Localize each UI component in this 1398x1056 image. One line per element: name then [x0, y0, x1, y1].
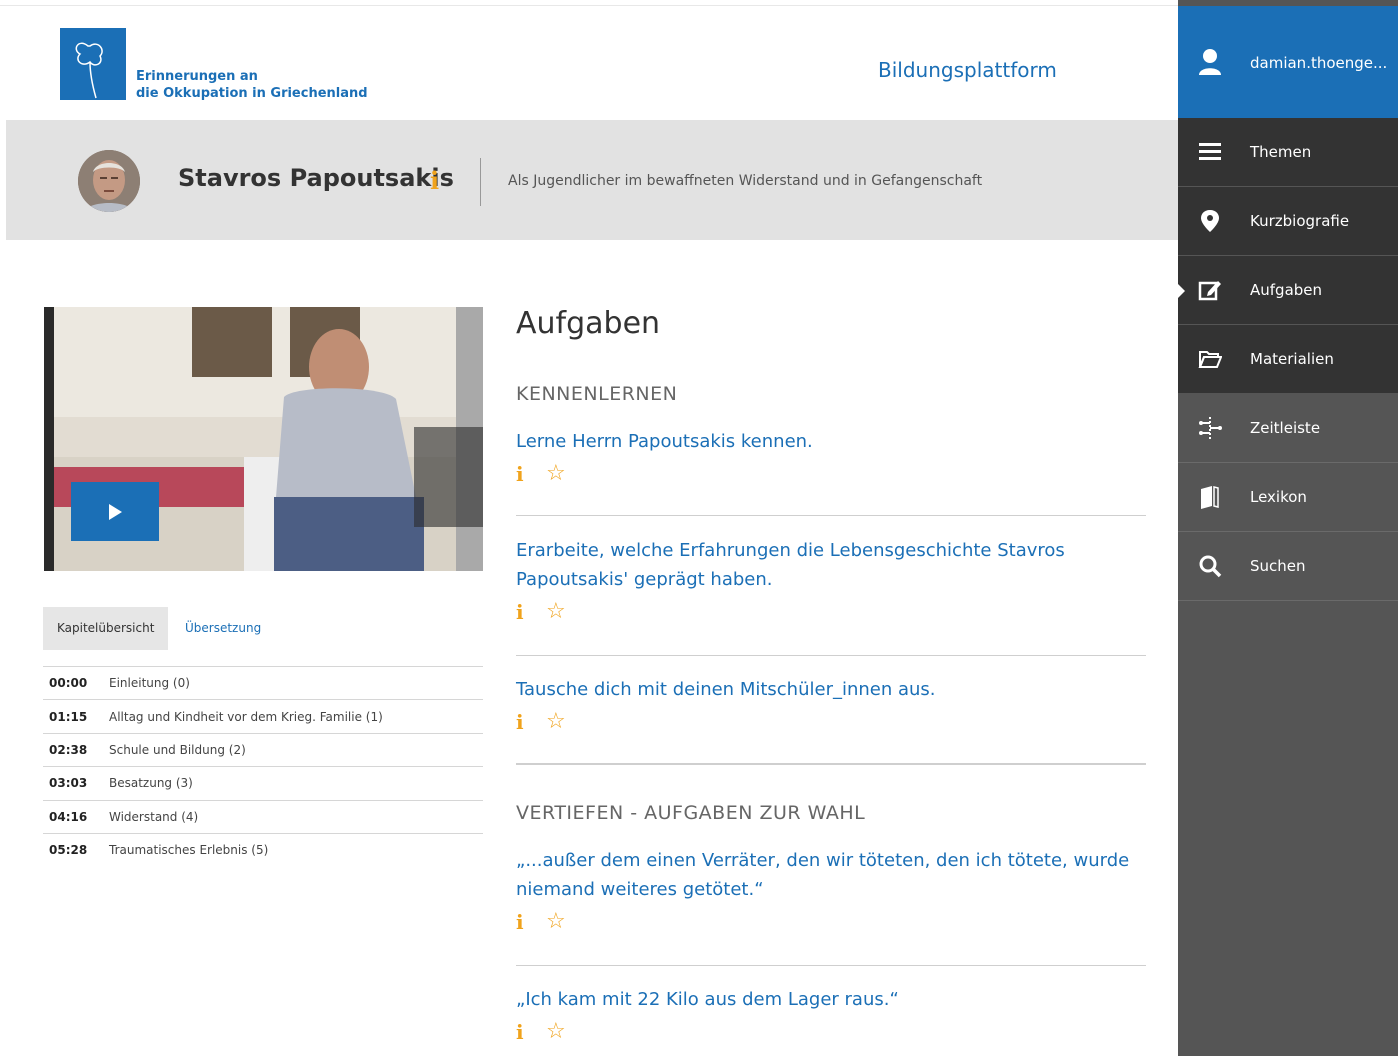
task-divider: [516, 965, 1146, 966]
task-link[interactable]: Lerne Herrn Papoutsakis kennen.: [516, 427, 1146, 456]
task-icons: i ☆: [516, 600, 1146, 624]
folder-icon: [1198, 351, 1222, 368]
info-icon[interactable]: i: [516, 710, 530, 734]
portrait-image: [78, 150, 140, 212]
user-name: damian.thoenge...: [1250, 54, 1388, 72]
sidebar-item-label: Themen: [1250, 143, 1312, 161]
poppy-logo-icon: [75, 42, 103, 99]
chapter-title: Widerstand (4): [109, 809, 199, 824]
sidebar-item-lexikon[interactable]: Lexikon: [1178, 463, 1398, 532]
chapter-list: 00:00 Einleitung (0) 01:15 Alltag und Kind…: [43, 666, 483, 866]
section-heading-vertiefen: VERTIEFEN - AUFGABEN ZUR WAHL: [516, 802, 866, 824]
chapter-row[interactable]: 02:38 Schule und Bildung (2): [43, 732, 483, 766]
sidebar-item-label: Lexikon: [1250, 488, 1307, 506]
info-icon[interactable]: i: [516, 600, 530, 624]
task-item: „...außer dem einen Verräter, den wir tö…: [516, 846, 1146, 934]
section-divider: [516, 763, 1146, 765]
map-pin-icon: [1201, 210, 1219, 232]
star-icon[interactable]: ☆: [546, 463, 566, 485]
chapter-time: 03:03: [49, 776, 88, 791]
play-icon: [109, 503, 122, 520]
star-icon[interactable]: ☆: [546, 1021, 566, 1043]
chapter-time: 04:16: [49, 809, 88, 824]
timeline-icon: [1199, 417, 1222, 439]
sidebar-item-label: Suchen: [1250, 557, 1306, 575]
sidebar-item-aufgaben[interactable]: Aufgaben: [1178, 256, 1398, 325]
task-divider: [516, 515, 1146, 516]
page-title: Aufgaben: [516, 306, 661, 341]
task-link[interactable]: Erarbeite, welche Erfahrungen die Lebens…: [516, 536, 1146, 594]
user-menu[interactable]: damian.thoenge...: [1178, 6, 1398, 118]
person-subtitle: Als Jugendlicher im bewaffneten Widersta…: [508, 173, 983, 189]
tab-kapiteluebersicht[interactable]: Kapitelübersicht: [43, 607, 169, 650]
menu-icon: [1199, 143, 1221, 160]
info-icon[interactable]: i: [516, 1020, 530, 1044]
app: Erinnerungen an die Okkupation in Griech…: [0, 0, 1398, 1056]
header: Erinnerungen an die Okkupation in Griech…: [0, 6, 1178, 120]
banner-divider: [480, 158, 481, 206]
sidebar-item-label: Kurzbiografie: [1250, 212, 1350, 230]
person-info-icon[interactable]: i: [430, 166, 439, 195]
sidebar-item-zeitleiste[interactable]: Zeitleiste: [1178, 394, 1398, 463]
person-banner: Stavros Papoutsakis i Als Jugendlicher i…: [6, 120, 1178, 240]
chapter-title: Schule und Bildung (2): [109, 742, 246, 757]
task-icons: i ☆: [516, 462, 1146, 486]
edit-icon: [1198, 281, 1221, 301]
user-icon: [1199, 49, 1221, 75]
task-link[interactable]: Tausche dich mit deinen Mitschüler_innen…: [516, 675, 1146, 704]
play-button[interactable]: [71, 482, 159, 541]
avatar: [78, 150, 140, 212]
star-icon[interactable]: ☆: [546, 601, 566, 623]
info-icon[interactable]: i: [516, 910, 530, 934]
sidebar-item-label: Materialien: [1250, 350, 1334, 368]
sidebar-item-label: Zeitleiste: [1250, 419, 1321, 437]
logo-line-2: die Okkupation in Griechenland: [136, 86, 368, 101]
sidebar-item-label: Aufgaben: [1250, 281, 1323, 299]
chapter-row[interactable]: 03:03 Besatzung (3): [43, 766, 483, 799]
chapter-row[interactable]: 05:28 Traumatisches Erlebnis (5): [43, 832, 483, 866]
chapter-title: Alltag und Kindheit vor dem Krieg. Famil…: [109, 709, 383, 724]
sidebar-item-materialien[interactable]: Materialien: [1178, 325, 1398, 394]
task-divider: [516, 655, 1146, 656]
chapter-row[interactable]: 01:15 Alltag und Kindheit vor dem Krieg. …: [43, 699, 483, 732]
platform-link[interactable]: Bildungsplattform: [878, 58, 1057, 82]
task-link[interactable]: „...außer dem einen Verräter, den wir tö…: [516, 846, 1146, 904]
task-item: Erarbeite, welche Erfahrungen die Lebens…: [516, 536, 1146, 624]
task-icons: i ☆: [516, 710, 1146, 734]
star-icon[interactable]: ☆: [546, 711, 566, 733]
tab-uebersetzung[interactable]: Übersetzung: [171, 607, 275, 650]
chapter-title: Besatzung (3): [109, 776, 193, 791]
sidebar-item-suchen[interactable]: Suchen: [1178, 532, 1398, 601]
search-icon: [1199, 555, 1222, 578]
task-item: Lerne Herrn Papoutsakis kennen. i ☆: [516, 427, 1146, 486]
chapter-title: Traumatisches Erlebnis (5): [109, 843, 269, 858]
sidebar-item-themen[interactable]: Themen: [1178, 118, 1398, 187]
chapter-time: 01:15: [49, 709, 88, 724]
chapter-time: 00:00: [49, 676, 88, 691]
chapter-row[interactable]: 00:00 Einleitung (0): [43, 666, 483, 699]
task-item: „Ich kam mit 22 Kilo aus dem Lager raus.…: [516, 985, 1146, 1044]
chapter-time: 05:28: [49, 843, 88, 858]
star-icon[interactable]: ☆: [546, 911, 566, 933]
task-icons: i ☆: [516, 910, 1146, 934]
chapter-time: 02:38: [49, 742, 88, 757]
chapter-title: Einleitung (0): [109, 676, 190, 691]
sidebar: damian.thoenge... Themen Kurzbiografie A…: [1178, 0, 1398, 1056]
logo-line-1: Erinnerungen an: [136, 69, 258, 84]
sidebar-item-kurzbiografie[interactable]: Kurzbiografie: [1178, 187, 1398, 256]
info-icon[interactable]: i: [516, 462, 530, 486]
person-name: Stavros Papoutsakis: [178, 164, 454, 192]
logo[interactable]: [60, 28, 126, 100]
task-icons: i ☆: [516, 1020, 1146, 1044]
logo-text[interactable]: Erinnerungen an die Okkupation in Griech…: [136, 68, 368, 102]
book-icon: [1201, 486, 1219, 509]
section-heading-kennenlernen: KENNENLERNEN: [516, 383, 678, 405]
task-link[interactable]: „Ich kam mit 22 Kilo aus dem Lager raus.…: [516, 985, 1146, 1014]
chapter-row[interactable]: 04:16 Widerstand (4): [43, 799, 483, 833]
task-item: Tausche dich mit deinen Mitschüler_innen…: [516, 675, 1146, 734]
